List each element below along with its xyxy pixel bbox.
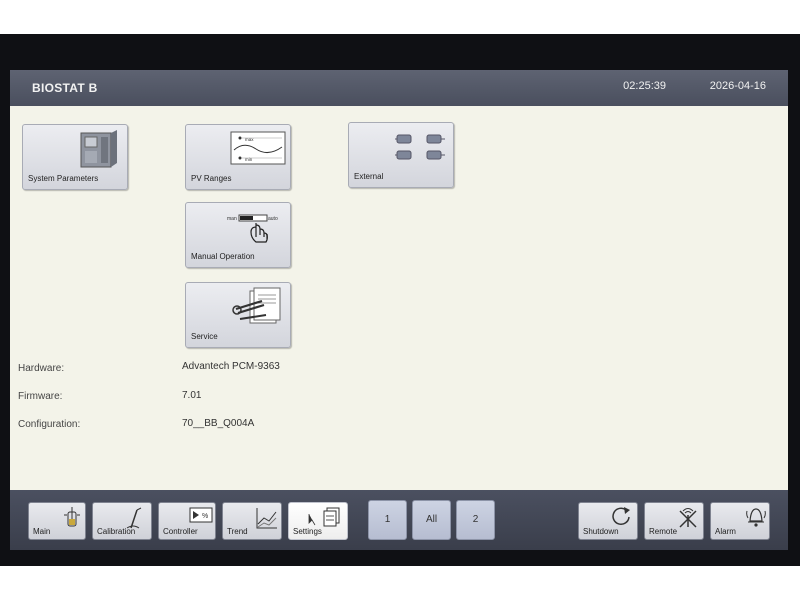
calibration-button[interactable]: Calibration: [92, 502, 152, 540]
external-label: External: [354, 172, 384, 181]
firmware-label: Firmware:: [18, 391, 63, 402]
hmi-screen: BIOSTAT B 02:25:39 2026-04-16 System Par…: [10, 70, 788, 550]
service-label: Service: [191, 332, 218, 341]
controller-icon: %: [189, 507, 213, 523]
clock-time: 02:25:39: [623, 80, 666, 92]
calibration-label: Calibration: [97, 527, 136, 536]
shutdown-label: Shutdown: [583, 527, 619, 536]
connector-icon: [395, 134, 445, 160]
alarm-label: Alarm: [715, 527, 736, 536]
alarm-button[interactable]: Alarm: [710, 502, 770, 540]
settings-button[interactable]: Settings: [288, 502, 348, 540]
manual-operation-label: Manual Operation: [191, 252, 255, 261]
man-text: man: [227, 216, 237, 222]
max-text: max: [245, 137, 254, 142]
page-2-button[interactable]: 2: [456, 500, 495, 540]
system-parameters-button[interactable]: System Parameters: [22, 124, 128, 190]
trend-icon: [256, 508, 277, 529]
page-1-button[interactable]: 1: [368, 500, 407, 540]
settings-label: Settings: [293, 527, 322, 536]
system-parameters-label: System Parameters: [28, 174, 99, 183]
service-button[interactable]: Service: [185, 282, 291, 348]
firmware-value: 7.01: [182, 390, 202, 401]
power-icon: [612, 507, 630, 526]
hardware-value: Advantech PCM-9363: [182, 361, 280, 372]
remote-label: Remote: [649, 527, 678, 536]
settings-icon: [308, 507, 340, 527]
remote-off-icon: [679, 508, 697, 528]
percent-text: %: [202, 513, 208, 520]
pv-ranges-button[interactable]: max min PV Ranges: [185, 124, 291, 190]
hardware-label: Hardware:: [18, 363, 65, 374]
clock-date: 2026-04-16: [709, 80, 766, 92]
external-button[interactable]: External: [348, 122, 454, 188]
trend-button[interactable]: Trend: [222, 502, 282, 540]
bottom-nav-bar: Main Calibration % Controller Trend Sett…: [10, 490, 788, 550]
min-text: min: [245, 157, 253, 162]
title-bar: BIOSTAT B 02:25:39 2026-04-16: [10, 70, 788, 106]
app-title: BIOSTAT B: [32, 81, 98, 95]
hand-switch-icon: man auto: [227, 214, 278, 243]
manual-operation-button[interactable]: man auto Manual Operation: [185, 202, 291, 268]
pv-ranges-label: PV Ranges: [191, 174, 232, 183]
tools-icon: [232, 287, 281, 324]
range-chart-icon: max min: [230, 131, 286, 165]
controller-button[interactable]: % Controller: [158, 502, 216, 540]
trend-label: Trend: [227, 527, 248, 536]
bell-icon: [746, 508, 766, 527]
vessel-icon: [64, 507, 80, 527]
configuration-label: Configuration:: [18, 419, 81, 430]
page-all-button[interactable]: All: [412, 500, 451, 540]
controller-label: Controller: [163, 527, 198, 536]
auto-text: auto: [268, 216, 278, 222]
main-button[interactable]: Main: [28, 502, 86, 540]
configuration-value: 70__BB_Q004A: [182, 418, 255, 429]
main-label: Main: [33, 527, 51, 536]
bioreactor-icon: [80, 130, 117, 168]
remote-button[interactable]: Remote: [644, 502, 704, 540]
shutdown-button[interactable]: Shutdown: [578, 502, 638, 540]
